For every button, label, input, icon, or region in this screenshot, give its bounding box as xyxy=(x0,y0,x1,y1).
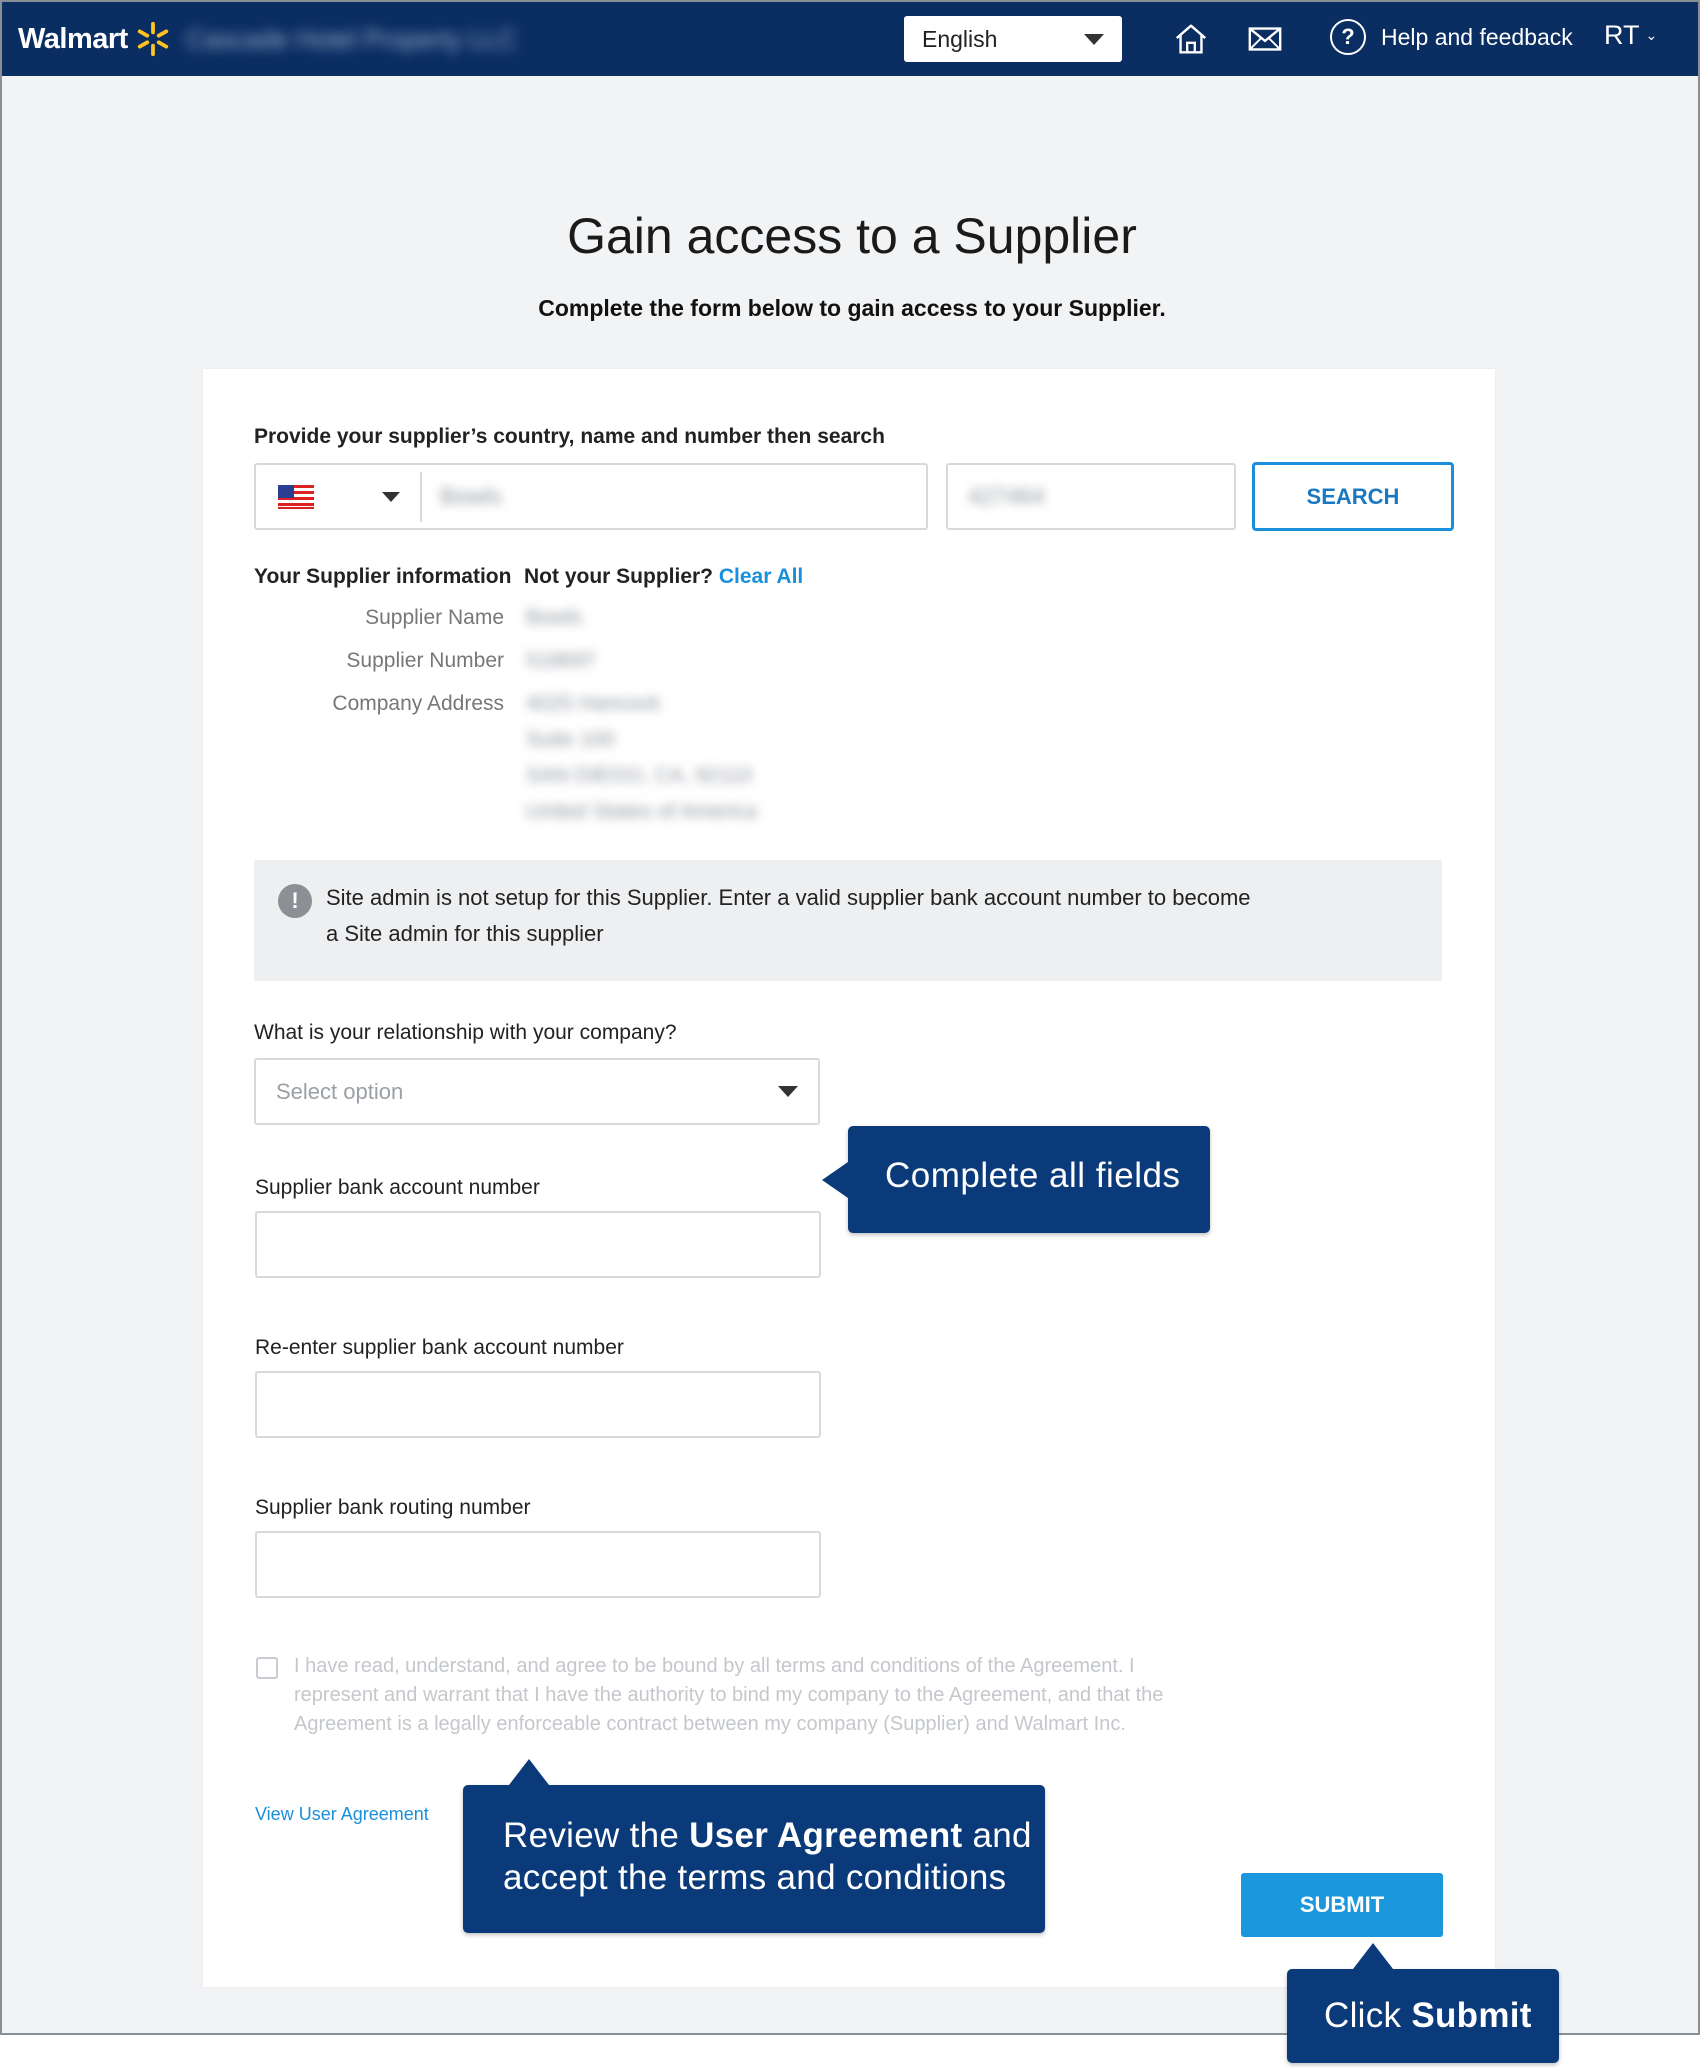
callout-text: Complete all fields xyxy=(885,1156,1181,1195)
callout-text: and xyxy=(962,1816,1032,1855)
bank-account-input[interactable] xyxy=(255,1211,821,1278)
help-label: Help and feedback xyxy=(1381,23,1573,50)
help-and-feedback-link[interactable]: ? Help and feedback xyxy=(1330,19,1573,55)
terms-text: I have read, understand, and agree to be… xyxy=(294,1655,1164,1735)
clear-all-link[interactable]: Clear All xyxy=(719,565,803,588)
callout-click-submit: Click Submit xyxy=(1287,1943,1559,2063)
alert-icon: ! xyxy=(278,884,312,918)
chevron-down-icon: ⌄ xyxy=(1645,27,1658,43)
supplier-name-label: Supplier Name xyxy=(365,606,504,629)
chevron-down-icon xyxy=(778,1086,798,1097)
address-line: SAN DIEGO, CA, 92110 xyxy=(526,764,753,787)
callout-text: Review the xyxy=(503,1816,690,1855)
user-initials: RT xyxy=(1604,20,1640,50)
supplier-search-field[interactable]: Bowls xyxy=(254,463,928,530)
company-name: Cascade Hotel Property LLC xyxy=(186,24,517,54)
notice-line-2: a Site admin for this supplier xyxy=(326,921,604,946)
supplier-name-input[interactable]: Bowls xyxy=(440,483,501,510)
routing-number-label: Supplier bank routing number xyxy=(255,1496,531,1519)
address-line: United States of America xyxy=(526,800,758,823)
divider xyxy=(420,471,422,522)
walmart-logo[interactable]: Walmart xyxy=(18,20,172,58)
mail-icon[interactable] xyxy=(1246,20,1284,58)
terms-agreement: I have read, understand, and agree to be… xyxy=(256,1652,1206,1739)
home-icon[interactable] xyxy=(1172,20,1210,58)
supplier-info-heading: Your Supplier information xyxy=(254,565,512,588)
bank-account-label: Supplier bank account number xyxy=(255,1176,540,1199)
relationship-label: What is your relationship with your comp… xyxy=(254,1021,677,1044)
bank-account-reenter-label: Re-enter supplier bank account number xyxy=(255,1336,624,1359)
address-line: 4025 Hancock xyxy=(526,692,661,715)
user-menu[interactable]: RT ⌄ xyxy=(1604,20,1657,51)
language-select[interactable]: English xyxy=(904,16,1122,62)
supplier-number-input[interactable]: 427464 xyxy=(946,463,1236,530)
bank-account-reenter-input[interactable] xyxy=(255,1371,821,1438)
view-user-agreement-link[interactable]: View User Agreement xyxy=(255,1804,429,1825)
supplier-number-value: 427464 xyxy=(968,483,1045,509)
page-subtitle: Complete the form below to gain access t… xyxy=(538,295,1166,321)
language-value: English xyxy=(922,25,998,52)
callout-review-agreement: Review the User Agreement and accept the… xyxy=(463,1759,1045,1933)
terms-checkbox[interactable] xyxy=(256,1657,278,1679)
submit-button[interactable]: SUBMIT xyxy=(1241,1873,1443,1937)
search-label: Provide your supplier’s country, name an… xyxy=(254,425,885,448)
callout-emphasis: User Agreement xyxy=(689,1816,963,1855)
company-address-label: Company Address xyxy=(332,692,504,715)
brand-name: Walmart xyxy=(18,22,128,55)
app-window: Walmart Cascade Hotel Property LLC Engli… xyxy=(0,0,1700,2035)
chevron-down-icon xyxy=(1084,33,1104,45)
callout-text: Click xyxy=(1324,1996,1412,2035)
address-line: Suite 100 xyxy=(526,728,615,751)
country-dropdown-caret[interactable] xyxy=(382,491,400,502)
top-nav-bar: Walmart Cascade Hotel Property LLC Engli… xyxy=(2,2,1698,76)
supplier-name-value: Bowls xyxy=(526,606,583,629)
supplier-number-display: 518697 xyxy=(526,649,597,672)
callout-complete-fields: Complete all fields xyxy=(822,1126,1210,1233)
callout-line-1: Review the User Agreement and xyxy=(503,1815,1045,1857)
routing-number-input[interactable] xyxy=(255,1531,821,1598)
supplier-number-label: Supplier Number xyxy=(346,649,504,672)
site-admin-notice: ! Site admin is not setup for this Suppl… xyxy=(254,860,1442,981)
us-flag-icon xyxy=(278,484,314,509)
page-title: Gain access to a Supplier xyxy=(567,208,1137,264)
search-button[interactable]: SEARCH xyxy=(1252,462,1454,531)
help-icon: ? xyxy=(1330,19,1366,55)
notice-line-1: Site admin is not setup for this Supplie… xyxy=(326,885,1251,910)
callout-emphasis: Submit xyxy=(1411,1996,1532,2035)
not-your-supplier-label: Not your Supplier? xyxy=(524,565,713,588)
callout-line-2: accept the terms and conditions xyxy=(503,1858,1007,1897)
relationship-select[interactable]: Select option xyxy=(254,1058,820,1125)
select-placeholder: Select option xyxy=(276,1078,404,1104)
not-your-supplier-text: Not your Supplier? Clear All xyxy=(524,565,803,589)
walmart-spark-icon xyxy=(137,21,169,57)
